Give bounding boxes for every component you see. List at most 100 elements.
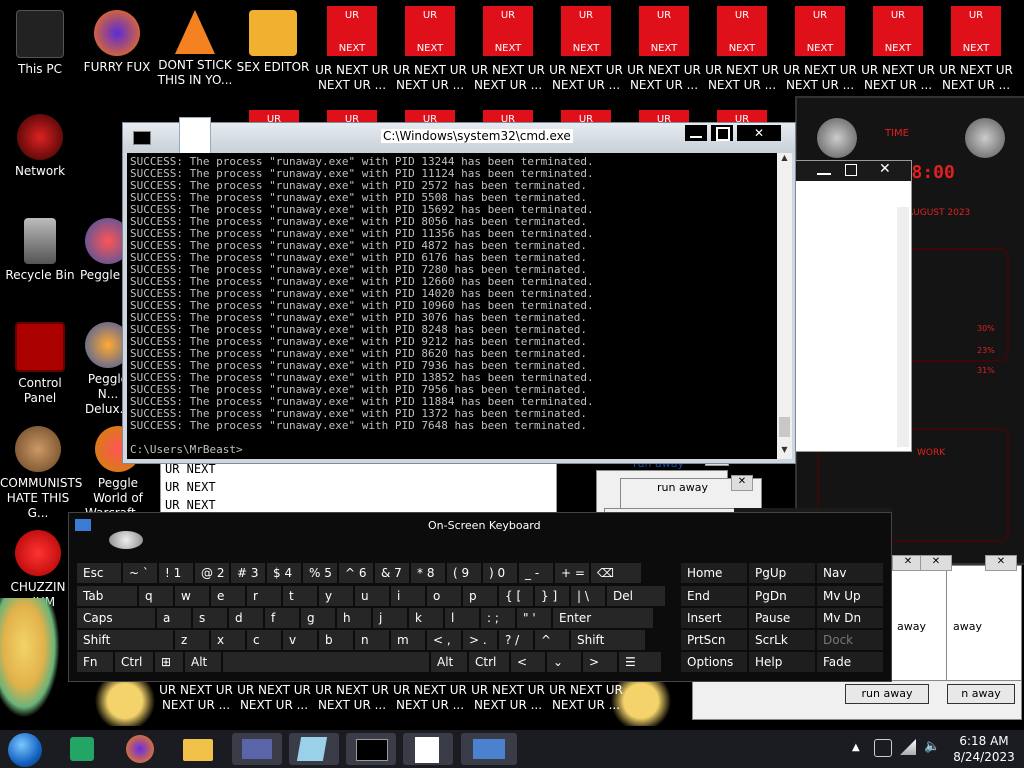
key-nav[interactable]: Nav (817, 563, 883, 583)
control-panel-icon[interactable]: Control Panel (2, 322, 78, 406)
key-fn[interactable]: Fn (77, 652, 113, 672)
close-icon[interactable]: ✕ (985, 555, 1017, 571)
ur-next-icon[interactable]: UR NEXT (717, 6, 767, 56)
ur-next-icon[interactable]: UR NEXT (405, 6, 455, 56)
taskbar-app-osk[interactable] (461, 733, 517, 765)
key-@-2[interactable]: @ 2 (195, 563, 229, 583)
key-pgup[interactable]: PgUp (749, 563, 815, 583)
key-p[interactable]: p (463, 586, 497, 606)
key-|-\[interactable]: | \ (571, 586, 605, 606)
key-(-9[interactable]: ( 9 (447, 563, 481, 583)
scrollbar[interactable] (897, 207, 909, 447)
key-<-,[interactable]: < , (427, 630, 461, 650)
ur-next-icon-label[interactable]: UR NEXT UR NEXT UR ... (469, 683, 547, 713)
key-y[interactable]: y (319, 586, 353, 606)
key-^[interactable]: ^ (535, 630, 569, 650)
ur-next-icon[interactable]: UR NEXT (639, 6, 689, 56)
key-w[interactable]: w (175, 586, 209, 606)
runaway-window-6[interactable]: away (946, 565, 1022, 697)
furry-fux-icon[interactable]: FURRY FUX (79, 10, 155, 75)
key-scrlk[interactable]: ScrLk (749, 630, 815, 650)
system-clock[interactable]: 6:18 AM 8/24/2023 (944, 733, 1024, 765)
key-*-8[interactable]: * 8 (411, 563, 445, 583)
console-scrollbar[interactable]: ▲ ▼ (777, 153, 792, 459)
key-m[interactable]: m (391, 630, 425, 650)
console-output[interactable]: SUCCESS: The process "runaway.exe" with … (127, 153, 777, 459)
key-pgdn[interactable]: PgDn (749, 586, 815, 606)
taskbar-app-docs[interactable] (60, 733, 108, 765)
key->[interactable]: > (583, 652, 617, 672)
communists-icon[interactable]: COMMUNISTS HATE THIS G... (0, 426, 82, 521)
runaway-button[interactable]: run away (845, 684, 929, 704)
key-o[interactable]: o (427, 586, 461, 606)
key-d[interactable]: d (229, 608, 263, 628)
runaway-button-2[interactable]: n away (947, 684, 1015, 704)
key-a[interactable]: a (157, 608, 191, 628)
key-k[interactable]: k (409, 608, 443, 628)
key-⌄[interactable]: ⌄ (547, 652, 581, 672)
key-space[interactable] (223, 652, 429, 672)
this-pc-icon[interactable]: This PC (2, 10, 78, 77)
ur-next-icon-label[interactable]: UR NEXT UR NEXT UR ... (313, 683, 391, 713)
taskbar-app-firefox[interactable] (118, 733, 166, 765)
key-}-][interactable]: } ] (535, 586, 569, 606)
key-t[interactable]: t (283, 586, 317, 606)
ur-next-icon[interactable]: UR NEXT (873, 6, 923, 56)
key-dock[interactable]: Dock (817, 630, 883, 650)
key-enter[interactable]: Enter (553, 608, 653, 628)
key-?-/[interactable]: ? / (499, 630, 533, 650)
volume-icon[interactable]: 🔈 (924, 739, 940, 754)
action-center-icon[interactable] (874, 739, 892, 757)
key-alt[interactable]: Alt (185, 652, 221, 672)
minimize-icon[interactable] (817, 173, 831, 175)
ur-next-icon[interactable]: UR NEXT (327, 6, 377, 56)
key-ctrl[interactable]: Ctrl (469, 652, 509, 672)
key-<[interactable]: < (511, 652, 545, 672)
key-:-;[interactable]: : ; (481, 608, 515, 628)
key-^-6[interactable]: ^ 6 (339, 563, 373, 583)
key-l[interactable]: l (445, 608, 479, 628)
key->-.[interactable]: > . (463, 630, 497, 650)
key-#-3[interactable]: # 3 (231, 563, 265, 583)
key-j[interactable]: j (373, 608, 407, 628)
recycle-bin-icon[interactable]: Recycle Bin (2, 218, 78, 283)
ur-next-icon[interactable]: UR NEXT (951, 6, 1001, 56)
scroll-down-icon[interactable]: ▼ (777, 445, 792, 459)
maximize-button[interactable] (711, 125, 733, 141)
key-"-'[interactable]: " ' (517, 608, 551, 628)
key-shift[interactable]: Shift (571, 630, 645, 650)
key-!-1[interactable]: ! 1 (159, 563, 193, 583)
key-del[interactable]: Del (607, 586, 665, 606)
scroll-up-icon[interactable]: ▲ (777, 153, 792, 167)
taskbar-app-2[interactable] (289, 733, 339, 765)
scroll-thumb[interactable] (779, 417, 790, 437)
key-s[interactable]: s (193, 608, 227, 628)
key-q[interactable]: q (139, 586, 173, 606)
key-~-`[interactable]: ~ ` (123, 563, 157, 583)
key-mv-dn[interactable]: Mv Dn (817, 608, 883, 628)
key-$-4[interactable]: $ 4 (267, 563, 301, 583)
key-end[interactable]: End (681, 586, 747, 606)
taskbar-app-cmd[interactable] (346, 733, 396, 765)
key-b[interactable]: b (319, 630, 353, 650)
ur-next-icon-label[interactable]: UR NEXT UR NEXT UR ... (391, 683, 469, 713)
ur-next-icon-label[interactable]: UR NEXT UR NEXT UR ... (547, 683, 625, 713)
vlc-shortcut[interactable]: DONT STICK THIS IN YO... (157, 10, 233, 88)
key-u[interactable]: u (355, 586, 389, 606)
key-c[interactable]: c (247, 630, 281, 650)
show-hidden-icons[interactable]: ▲ (852, 742, 860, 753)
network-status-icon[interactable] (900, 739, 916, 755)
key-e[interactable]: e (211, 586, 245, 606)
key-ctrl[interactable]: Ctrl (115, 652, 153, 672)
key-⊞[interactable]: ⊞ (155, 652, 183, 672)
start-button[interactable] (8, 733, 42, 767)
taskbar-app-explorer[interactable] (175, 733, 223, 765)
ur-next-icon[interactable]: UR NEXT (483, 6, 533, 56)
key-&-7[interactable]: & 7 (375, 563, 409, 583)
key-v[interactable]: v (283, 630, 317, 650)
key-⌫[interactable]: ⌫ (591, 563, 641, 583)
ur-next-icon-label[interactable]: UR NEXT UR NEXT UR ... (157, 683, 235, 713)
key-caps[interactable]: Caps (77, 608, 155, 628)
key-%-5[interactable]: % 5 (303, 563, 337, 583)
cmd-titlebar[interactable]: C:\Windows\system32\cmd.exe ✕ (123, 117, 795, 155)
